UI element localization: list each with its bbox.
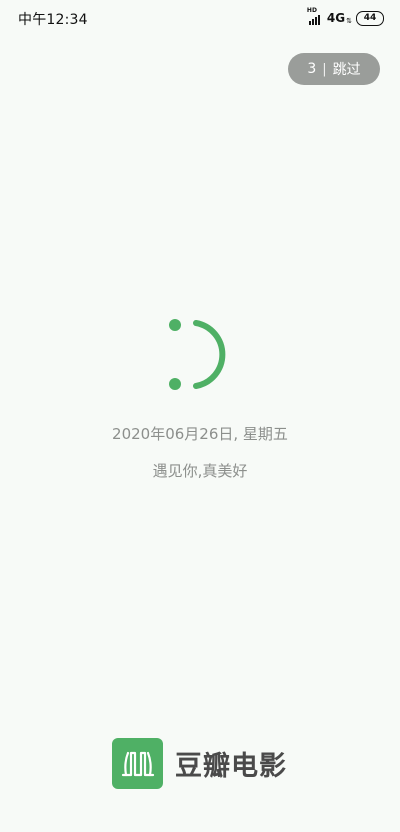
status-time: 中午12:34	[18, 12, 88, 28]
network-type: 4G	[326, 11, 346, 25]
smiley-eye-top	[169, 319, 181, 331]
status-bar: 中午12:34 HD 4G ⇅ 44	[0, 0, 400, 36]
battery-level: 44	[363, 12, 377, 23]
signal-icon: HD	[306, 7, 323, 25]
douban-movie-logo-icon	[112, 738, 163, 789]
splash-date: 2020年06月26日, 星期五	[112, 425, 288, 443]
battery-icon: 44	[356, 10, 384, 26]
hd-badge: HD	[306, 7, 317, 14]
data-arrows-icon: ⇅	[346, 17, 352, 25]
brand: 豆瓣电影	[112, 738, 287, 789]
skip-label: 跳过	[332, 62, 361, 78]
splash-slogan: 遇见你,真美好	[152, 462, 248, 480]
status-indicators: HD 4G ⇅ 44	[306, 7, 384, 27]
smiley-mouth	[193, 320, 226, 389]
smiley-eye-bottom	[169, 378, 181, 390]
smiley-icon	[169, 319, 226, 390]
skip-separator: |	[322, 61, 327, 77]
brand-name: 豆瓣电影	[175, 751, 287, 782]
skip-button[interactable]: 3 | 跳过	[288, 53, 380, 85]
skip-countdown: 3	[307, 61, 317, 77]
